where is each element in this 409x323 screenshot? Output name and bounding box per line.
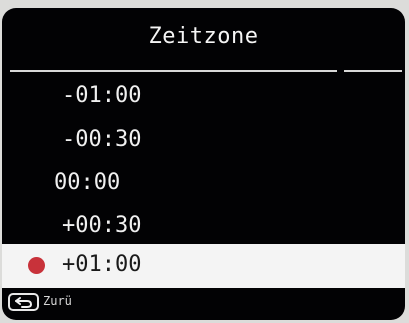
timezone-option-label: 00:00 [54,170,121,195]
title-divider [10,70,337,72]
footer-bar: Zurü [2,289,405,320]
back-label: Zurü [43,294,72,308]
timezone-option[interactable]: -00:30 [2,119,405,163]
timezone-option-label: -01:00 [62,83,142,108]
page-title: Zeitzone [148,24,259,49]
display-screen: Zeitzone -01:00 -00:30 00:00 +00:30 +01:… [2,8,405,320]
back-button[interactable] [8,293,39,311]
title-divider-scroll-segment [344,70,402,72]
timezone-option-label: -00:30 [62,127,142,152]
device-frame: Zeitzone -01:00 -00:30 00:00 +00:30 +01:… [0,0,409,323]
timezone-option[interactable]: +00:30 [2,205,405,249]
timezone-option-selected[interactable]: +01:00 [2,244,405,288]
timezone-option[interactable]: -01:00 [2,75,405,119]
timezone-option-label: +01:00 [62,252,142,277]
timezone-option[interactable]: 00:00 [2,162,405,206]
timezone-option-label: +00:30 [62,213,142,238]
selected-radio-icon [28,257,45,274]
back-arrow-icon [15,297,33,308]
